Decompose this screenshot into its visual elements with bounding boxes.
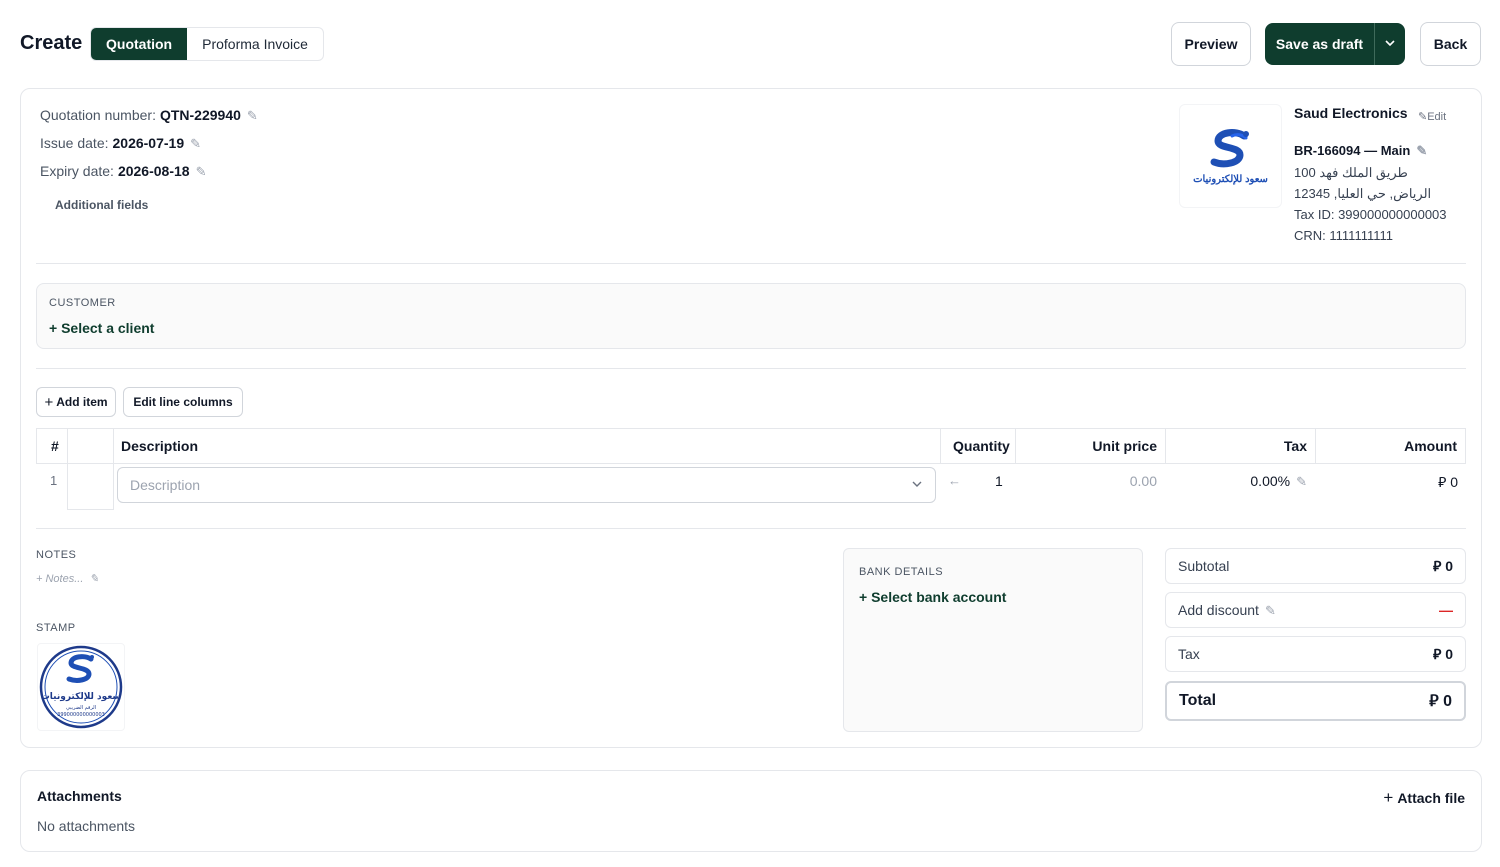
riyal-currency-icon: ⃁ <box>1432 558 1442 574</box>
quotation-number: QTN-229940 <box>159 107 241 123</box>
chevron-down-icon <box>911 477 923 493</box>
column-divider <box>67 429 68 463</box>
row-tax[interactable]: 0.00% ✎ <box>1250 473 1307 490</box>
arrow-left-icon: ← <box>948 473 961 488</box>
total-value: ⃁ 0 <box>1429 693 1452 710</box>
stamp-sub: الرقم الضريبي <box>66 705 96 711</box>
column-divider <box>1315 429 1316 463</box>
divider <box>36 368 1466 369</box>
items-table-header: # Description Quantity Unit price Tax Am… <box>36 428 1466 464</box>
column-index: # <box>51 438 59 454</box>
edit-pencil-icon: ✎ <box>89 573 99 585</box>
column-quantity: Quantity <box>953 438 1010 454</box>
tax-value: ⃁ 0 <box>1432 646 1453 662</box>
edit-line-columns-button[interactable]: Edit line columns <box>123 387 243 417</box>
company-branch: BR-166094 — Main ✎ <box>1294 143 1428 158</box>
tab-quotation[interactable]: Quotation <box>91 28 188 60</box>
column-amount: Amount <box>1404 438 1457 454</box>
tab-proforma-invoice[interactable]: Proforma Invoice <box>187 28 323 60</box>
riyal-currency-icon: ⃁ <box>1429 693 1439 710</box>
company-edit-link[interactable]: ✎Edit <box>1418 110 1446 123</box>
row-index: 1 <box>50 473 58 488</box>
chevron-down-icon <box>1384 37 1396 52</box>
subtotal-value: ⃁ 0 <box>1432 558 1453 574</box>
edit-pencil-icon[interactable]: ✎ <box>190 136 201 151</box>
company-name: Saud Electronics <box>1294 105 1408 121</box>
issue-date: 2026-07-19 <box>112 135 185 151</box>
company-crn: CRN: 1111111111 <box>1294 228 1394 243</box>
back-button[interactable]: Back <box>1420 22 1481 66</box>
notes-label: NOTES <box>36 549 77 561</box>
plus-icon: + <box>1383 788 1394 807</box>
description-select[interactable]: Description <box>117 467 936 503</box>
column-divider <box>940 429 941 463</box>
column-unit-price: Unit price <box>1092 438 1157 454</box>
document-type-switch: Quotation Proforma Invoice <box>90 27 324 61</box>
plus-icon: + <box>44 393 54 411</box>
company-logo-mark <box>1210 128 1249 167</box>
riyal-currency-icon: ⃁ <box>1432 646 1442 662</box>
column-divider <box>113 429 114 463</box>
company-logo-text: سعود للإلكترونيات <box>1193 173 1268 185</box>
column-description: Description <box>121 438 199 454</box>
row-drag-cell[interactable] <box>67 464 114 510</box>
save-draft-button[interactable]: Save as draft <box>1265 23 1374 65</box>
customer-label: CUSTOMER <box>49 297 116 309</box>
edit-pencil-icon: ✎ <box>1264 602 1276 618</box>
divider <box>36 263 1466 264</box>
company-address-line2: الرياض, حي العليا, 12345 <box>1294 186 1432 201</box>
row-quantity[interactable]: 1 <box>995 473 1003 489</box>
save-draft-split-button: Save as draft <box>1265 23 1405 65</box>
stamp-image: سعود للإلكترونيات الرقم الضريبي 39900000… <box>39 645 123 729</box>
quotation-number-row: Quotation number: QTN-229940 ✎ <box>40 107 258 123</box>
divider <box>36 528 1466 529</box>
subtotal-row: Subtotal ⃁ 0 <box>1165 548 1466 584</box>
tax-row: Tax ⃁ 0 <box>1165 636 1466 672</box>
row-amount: ⃁ 0 <box>1437 474 1458 490</box>
bank-details-section: BANK DETAILS + Select bank account <box>843 548 1143 732</box>
edit-pencil-icon[interactable]: ✎ <box>247 108 258 123</box>
edit-pencil-icon[interactable]: ✎ <box>1416 143 1427 158</box>
add-item-button[interactable]: + Add item <box>36 387 116 417</box>
expiry-date: 2026-08-18 <box>117 163 190 179</box>
total-row: Total ⃁ 0 <box>1165 681 1466 721</box>
attach-file-button[interactable]: + Attach file <box>1383 788 1465 808</box>
column-divider <box>1165 429 1166 463</box>
select-bank-account-link[interactable]: + Select bank account <box>859 589 1006 605</box>
save-options-dropdown[interactable] <box>1374 23 1405 65</box>
expiry-date-row: Expiry date: 2026-08-18 ✎ <box>40 163 207 179</box>
edit-pencil-icon[interactable]: ✎ <box>196 164 207 179</box>
attachments-title: Attachments <box>37 788 122 804</box>
add-discount-row[interactable]: Add discount ✎ — <box>1165 592 1466 628</box>
stamp-label: STAMP <box>36 622 76 634</box>
attachments-card: Attachments + Attach file No attachments <box>20 770 1482 852</box>
attachments-empty-text: No attachments <box>37 818 136 834</box>
page-title: Create <box>20 32 83 54</box>
edit-pencil-icon: ✎ <box>1296 474 1307 489</box>
column-tax: Tax <box>1283 438 1307 454</box>
notes-input[interactable]: + Notes... ✎ <box>36 572 99 585</box>
preview-button[interactable]: Preview <box>1171 22 1251 66</box>
bank-details-label: BANK DETAILS <box>859 566 944 578</box>
company-logo: سعود للإلكترونيات <box>1179 104 1282 208</box>
row-unit-price[interactable]: 0.00 <box>1130 473 1157 489</box>
edit-pencil-icon: ✎ <box>1418 111 1428 123</box>
issue-date-row: Issue date: 2026-07-19 ✎ <box>40 135 202 151</box>
company-stamp[interactable]: سعود للإلكترونيات الرقم الضريبي 39900000… <box>37 643 125 731</box>
company-tax-id: Tax ID: 399000000000003 <box>1294 207 1447 222</box>
customer-section: CUSTOMER + Select a client <box>36 283 1466 349</box>
riyal-currency-icon: ⃁ <box>1437 474 1447 490</box>
stamp-number: 399000000000003 <box>57 712 105 718</box>
remove-discount-icon[interactable]: — <box>1439 602 1453 618</box>
column-divider <box>1015 429 1016 463</box>
select-client-link[interactable]: + Select a client <box>49 320 154 336</box>
company-address-line1: 100 طريق الملك فهد <box>1294 165 1408 180</box>
additional-fields-link[interactable]: Additional fields <box>55 198 148 212</box>
stamp-name: سعود للإلكترونيات <box>41 692 122 702</box>
